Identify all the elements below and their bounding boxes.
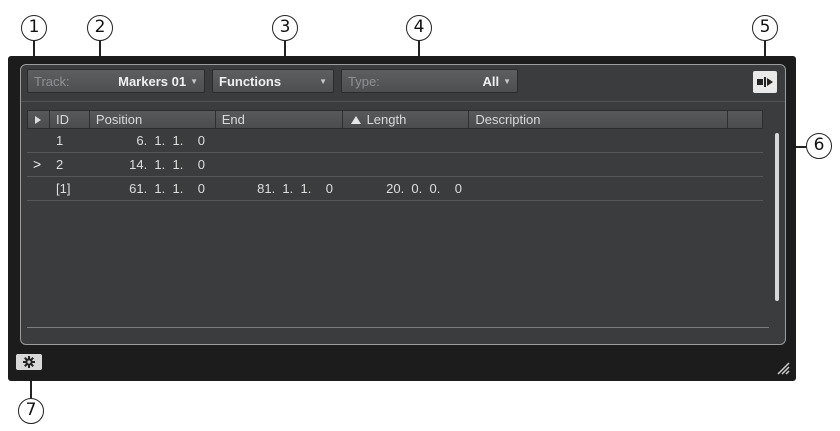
toolbar-divider (21, 101, 785, 102)
track-selector[interactable]: Track: Markers 01 ▼ (27, 69, 205, 93)
column-header-length-label: Length (366, 112, 407, 127)
callout-5: 5 (752, 15, 778, 41)
type-value: All (482, 73, 500, 89)
table-bottom-divider (27, 327, 769, 328)
row-end[interactable]: 81. 1. 1. 0 (216, 177, 333, 200)
marker-panel: Track: Markers 01 ▼ Functions ▼ Type: Al… (20, 64, 786, 345)
callout-2: 2 (87, 15, 113, 41)
type-filter[interactable]: Type: All ▼ (341, 69, 518, 93)
table-header: ID Position End Length Description (27, 110, 763, 129)
chevron-down-icon: ▼ (319, 76, 327, 86)
track-label: Track: (34, 73, 70, 89)
vertical-scrollbar[interactable] (775, 133, 779, 301)
row-position[interactable]: 6. 1. 1. 0 (89, 129, 205, 152)
row-position[interactable]: 61. 1. 1. 0 (89, 177, 205, 200)
show-inspector-button[interactable] (753, 71, 777, 93)
row-position[interactable]: 14. 1. 1. 0 (89, 153, 205, 176)
chevron-right-icon (35, 115, 42, 124)
column-header-extra (728, 111, 762, 128)
functions-menu[interactable]: Functions ▼ (212, 69, 334, 93)
table-row[interactable]: > 2 14. 1. 1. 0 (27, 153, 763, 177)
row-id: [1] (56, 181, 71, 196)
markers-window: Track: Markers 01 ▼ Functions ▼ Type: Al… (8, 56, 796, 381)
column-header-length[interactable]: Length (343, 111, 470, 128)
callout-4: 4 (406, 15, 432, 41)
expand-all-toggle[interactable] (28, 111, 50, 128)
toolbar: Track: Markers 01 ▼ Functions ▼ Type: Al… (21, 65, 785, 103)
column-header-description[interactable]: Description (469, 111, 729, 128)
callout-3: 3 (272, 15, 298, 41)
functions-label: Functions (219, 73, 282, 89)
settings-button[interactable] (16, 354, 42, 370)
table-row[interactable]: 1 6. 1. 1. 0 (27, 129, 763, 153)
column-header-end[interactable]: End (216, 111, 343, 128)
table-row[interactable]: [1] 61. 1. 1. 0 81. 1. 1. 0 20. 0. 0. 0 (27, 177, 763, 201)
chevron-down-icon: ▼ (190, 76, 198, 86)
type-label: Type: (348, 73, 380, 89)
callout-7: 7 (18, 398, 44, 424)
resize-grip-icon[interactable] (776, 361, 790, 375)
gear-icon (23, 356, 35, 368)
column-header-id[interactable]: ID (50, 111, 90, 128)
sort-ascending-icon (350, 116, 361, 124)
markers-window-figure: 1 2 3 4 5 6 7 Track: Markers 01 ▼ Functi… (0, 0, 840, 431)
track-value: Markers 01 (118, 73, 187, 89)
marker-table: ID Position End Length Description 1 6. … (27, 110, 763, 201)
column-header-position[interactable]: Position (90, 111, 216, 128)
callout-6: 6 (806, 133, 832, 159)
show-inspector-icon (757, 77, 773, 87)
row-id: 1 (56, 133, 64, 148)
callout-1: 1 (21, 15, 47, 41)
row-id: 2 (56, 157, 64, 172)
row-selected-marker: > (33, 156, 42, 172)
chevron-down-icon: ▼ (503, 76, 511, 86)
row-length[interactable]: 20. 0. 0. 0 (343, 177, 462, 200)
